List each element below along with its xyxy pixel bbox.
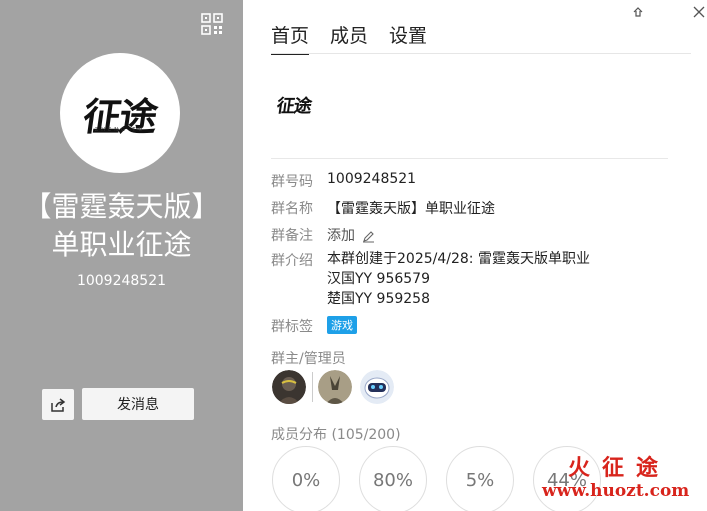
stat-circle[interactable]: 0% [272,446,340,511]
intro-line: 汉国YY 956579 [327,271,430,287]
tab-bar: 首页 成员 设置 [271,21,448,55]
group-name-label: 群名称 [271,201,313,217]
tab-settings[interactable]: 设置 [389,21,427,54]
group-tag-label: 群标签 [271,319,313,335]
send-message-button[interactable]: 发消息 [82,388,194,420]
admins-list [272,370,394,404]
group-avatar[interactable]: 征途 ZHENG TU [60,53,180,173]
group-logo-sub: ZHENG TU [94,127,146,133]
group-tag-badge[interactable]: 游戏 [327,316,357,334]
group-remark-label: 群备注 [271,228,313,244]
group-title: 【雷霆轰天版】 单职业征途 [0,188,243,264]
admin-separator [312,372,313,402]
stat-circle[interactable]: 80% [359,446,427,511]
admin-avatar[interactable] [318,370,352,404]
group-remark-edit[interactable]: 添加 [327,225,375,245]
admin-avatar-owner[interactable] [272,370,306,404]
qr-code-icon[interactable] [201,13,223,35]
group-name-value: 【雷霆轰天版】单职业征途 [327,201,495,217]
share-button[interactable] [42,389,74,420]
admin-avatar[interactable] [360,370,394,404]
group-title-line2: 单职业征途 [51,228,192,261]
group-intro-value: 本群创建于2025/4/28: 雷霆轰天版单职业 汉国YY 956579 楚国Y… [327,249,590,309]
tab-home[interactable]: 首页 [271,21,310,55]
admins-title: 群主/管理员 [271,351,346,367]
group-banner-logo: 征途 [275,96,313,117]
site-watermark: 火征途 www.huozt.com [540,450,700,505]
share-icon [51,397,66,412]
tab-members[interactable]: 成员 [330,21,368,54]
intro-line: 本群创建于2025/4/28: 雷霆轰天版单职业 [327,251,590,267]
stat-circle[interactable]: 5% [446,446,514,511]
pin-icon[interactable] [630,4,646,20]
section-divider [271,158,668,159]
tab-divider [271,53,691,54]
group-number-display: 1009248521 [76,273,167,289]
watermark-title: 火征途 [568,455,671,481]
group-profile-panel: 征途 ZHENG TU 【雷霆轰天版】 单职业征途 1009248521 发消息 [0,0,243,511]
group-title-line1: 【雷霆轰天版】 [23,190,220,223]
intro-line: 楚国YY 959258 [327,291,430,307]
group-intro-label: 群介绍 [271,253,313,269]
group-number-label: 群号码 [271,174,313,190]
group-number-value: 1009248521 [327,171,417,187]
edit-pencil-icon [363,230,375,242]
members-distribution-title: 成员分布 (105/200) [271,427,401,443]
close-icon[interactable] [691,4,707,20]
remark-add-link[interactable]: 添加 [327,228,355,244]
watermark-url: www.huozt.com [542,481,690,501]
